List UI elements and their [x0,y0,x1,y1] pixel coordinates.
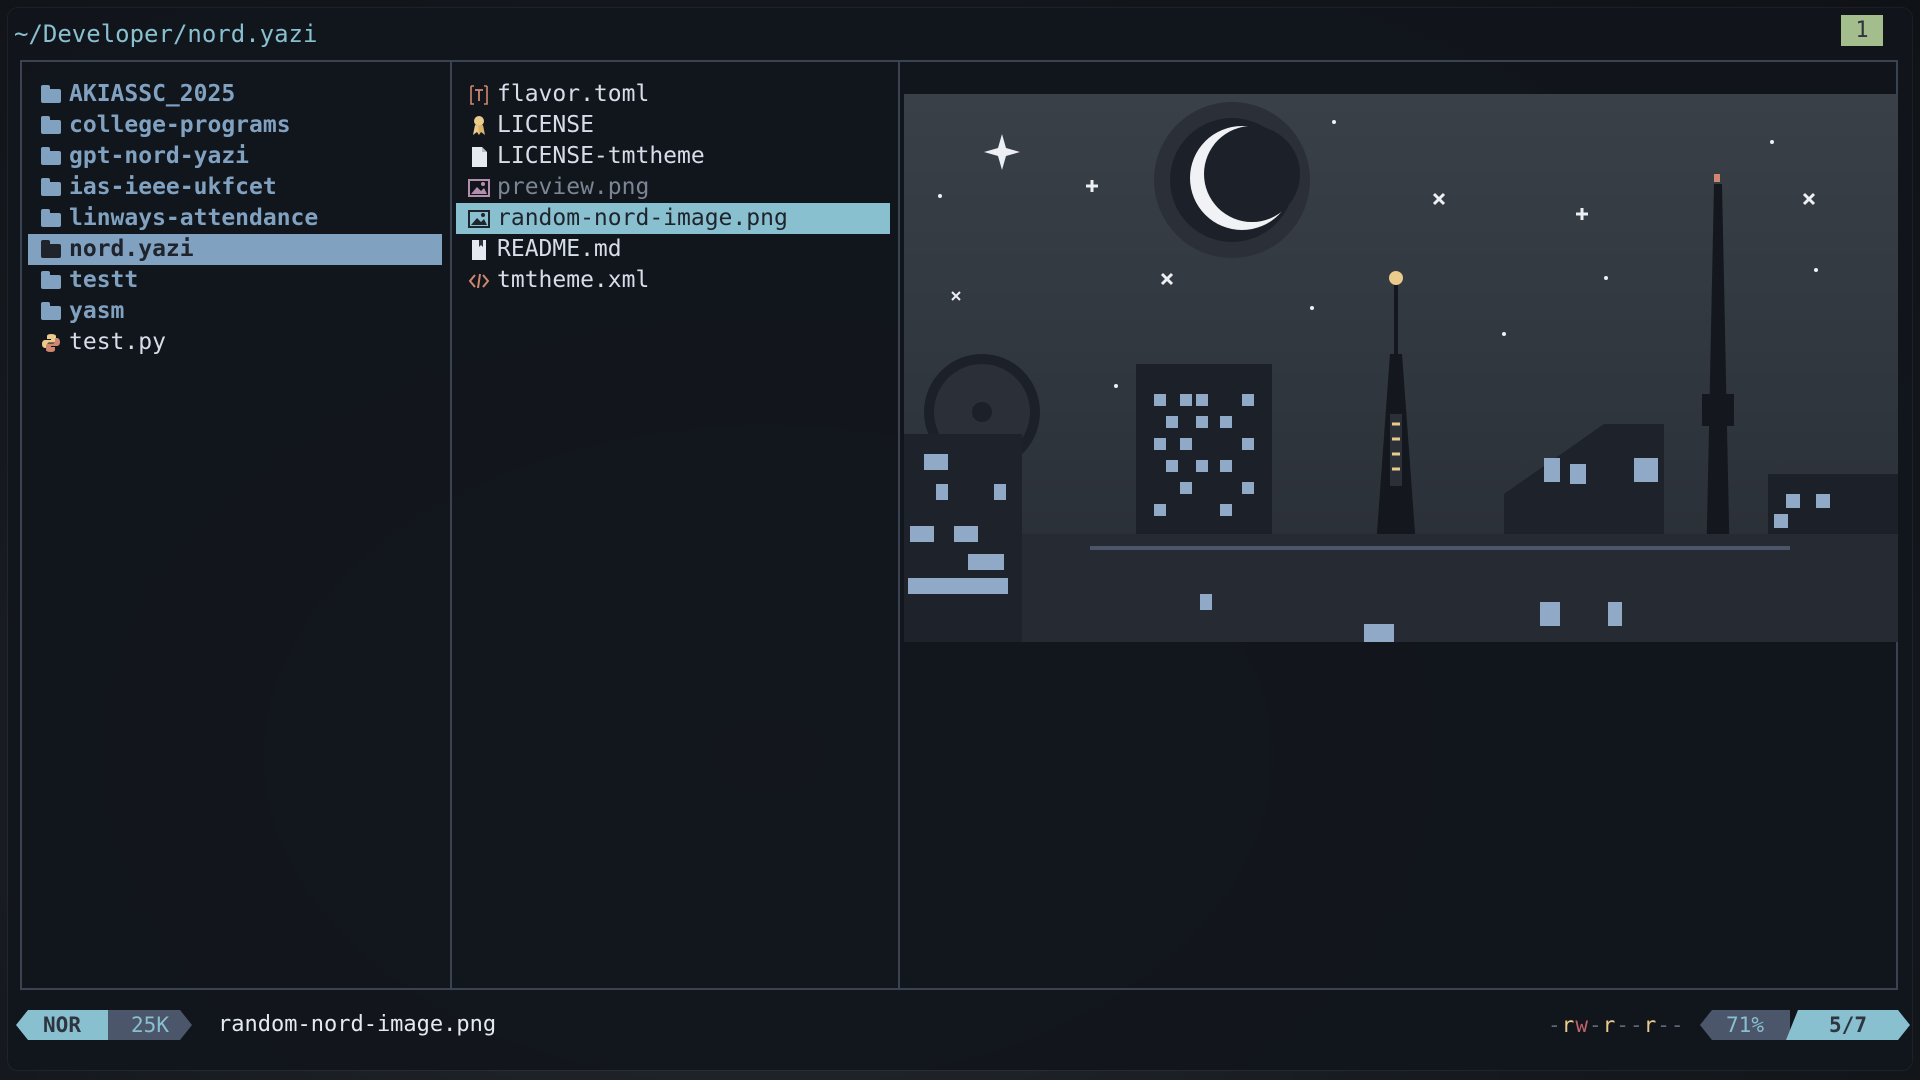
folder-icon [40,203,62,234]
code-icon [468,265,490,296]
folder-icon [40,110,62,141]
folder-icon [40,79,62,110]
list-item[interactable]: LICENSE-tmtheme [456,141,890,172]
item-label: random-nord-image.png [497,205,788,231]
yazi-window: ~/Developer/nord.yazi 1 AKIASSC_2025 col… [8,8,1912,1070]
list-item[interactable]: AKIASSC_2025 [28,79,442,110]
scroll-percent: 71% [1700,1010,1790,1040]
list-item[interactable]: test.py [28,327,442,358]
list-item-selected[interactable]: nord.yazi [28,234,442,265]
list-item[interactable]: yasm [28,296,442,327]
folder-icon [40,234,62,265]
item-label: nord.yazi [69,236,194,262]
item-label: testt [69,267,139,293]
list-item[interactable]: flavor.toml [456,79,890,110]
item-label: ias-ieee-ukfcet [69,174,277,200]
markdown-icon [468,234,490,265]
image-icon [468,203,490,234]
file-icon [468,141,490,172]
list-item[interactable]: tmtheme.xml [456,265,890,296]
list-item[interactable]: README.md [456,234,890,265]
item-label: AKIASSC_2025 [69,81,236,107]
pane-divider [450,60,452,990]
item-label: college-programs [69,112,291,138]
item-label: LICENSE [497,112,594,138]
list-item[interactable]: ias-ieee-ukfcet [28,172,442,203]
list-item[interactable]: gpt-nord-yazi [28,141,442,172]
item-label: README.md [497,236,622,262]
list-item[interactable]: college-programs [28,110,442,141]
item-label: preview.png [497,174,650,200]
tab-indicator[interactable]: 1 [1841,15,1883,46]
list-item-selected[interactable]: random-nord-image.png [456,203,890,234]
file-permissions: -rw-r--r-- [1548,1013,1685,1037]
image-preview [904,94,1898,642]
current-path: ~/Developer/nord.yazi [14,20,318,48]
pixel-city-image [904,102,1898,642]
list-item[interactable]: preview.png [456,172,890,203]
item-label: yasm [69,298,125,324]
parent-pane: AKIASSC_2025 college-programs gpt-nord-y… [28,79,442,358]
list-item[interactable]: linways-attendance [28,203,442,234]
pane-divider [898,60,900,990]
item-label: LICENSE-tmtheme [497,143,705,169]
status-bar: NOR 25K random-nord-image.png -rw-r--r--… [8,1006,1912,1046]
folder-icon [40,296,62,327]
toml-icon [468,79,490,110]
item-label: test.py [69,329,166,355]
cursor-position: 5/7 [1786,1010,1910,1040]
image-icon [468,172,490,203]
file-size: 25K [108,1010,192,1040]
python-icon [40,327,62,358]
item-label: gpt-nord-yazi [69,143,250,169]
folder-icon [40,172,62,203]
folder-icon [40,141,62,172]
folder-icon [40,265,62,296]
license-icon [468,110,490,141]
list-item[interactable]: LICENSE [456,110,890,141]
status-filename: random-nord-image.png [218,1012,497,1037]
item-label: flavor.toml [497,81,650,107]
item-label: linways-attendance [69,205,319,231]
item-label: tmtheme.xml [497,267,650,293]
current-pane: flavor.toml LICENSE LICENSE-tmtheme prev… [456,79,890,296]
mode-indicator: NOR [16,1010,108,1040]
list-item[interactable]: testt [28,265,442,296]
